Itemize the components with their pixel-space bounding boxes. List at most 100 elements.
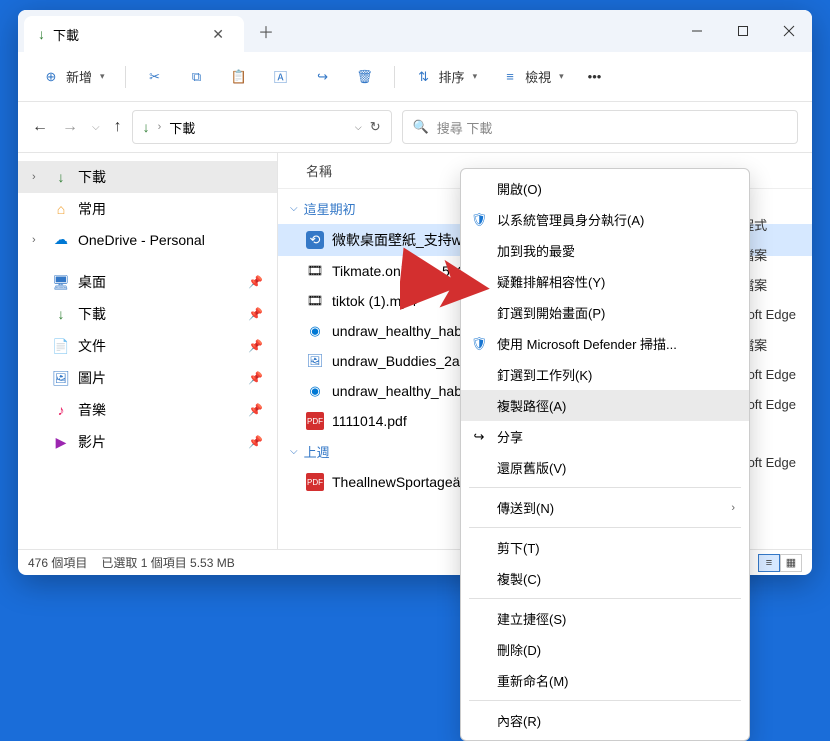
icons-view-button[interactable]: ▦ (780, 554, 802, 572)
ctx-compat[interactable]: 疑難排解相容性(Y) (461, 266, 749, 297)
sidebar-item-music[interactable]: ♪ 音樂 📌 (18, 394, 277, 426)
context-menu: 開啟(O) 🛡 以系統管理員身分執行(A) 加到我的最愛 疑難排解相容性(Y) … (460, 168, 750, 741)
sidebar-item-documents[interactable]: 📄 文件 📌 (18, 330, 277, 362)
ctx-open[interactable]: 開啟(O) (461, 173, 749, 204)
chevron-right-icon: › (731, 502, 735, 514)
sidebar-item-pictures[interactable]: 🖼 圖片 📌 (18, 362, 277, 394)
document-icon: 📄 (52, 338, 70, 355)
group-label: 這星期初 (304, 199, 356, 218)
back-button[interactable]: ← (32, 118, 48, 136)
new-button[interactable]: ⊕ 新增 ▾ (32, 61, 115, 92)
minimize-button[interactable] (674, 10, 720, 52)
ctx-props[interactable]: 內容(R) (461, 705, 749, 736)
rename-button[interactable]: 🄰 (262, 62, 300, 92)
paste-button[interactable]: 📋 (220, 62, 258, 92)
ctx-cut[interactable]: 剪下(T) (461, 532, 749, 563)
ctx-shortcut[interactable]: 建立捷徑(S) (461, 603, 749, 634)
sidebar-label: 圖片 (78, 368, 106, 388)
share-button[interactable]: ↪ (304, 62, 342, 92)
file-type: 檔案 (741, 269, 806, 299)
shield-icon: 🛡 (471, 336, 487, 352)
details-view-button[interactable]: ≡ (758, 554, 780, 572)
download-icon: ↓ (143, 119, 150, 135)
download-icon: ↓ (52, 169, 70, 185)
selection-info: 已選取 1 個項目 5.53 MB (101, 554, 234, 571)
window-controls (674, 10, 812, 52)
video-file-icon: 🎞 (306, 292, 324, 310)
path-label: 下載 (169, 118, 195, 137)
address-bar[interactable]: ↓ › 下載 ⌵ ↻ (132, 110, 392, 144)
clipboard-icon: 📋 (230, 68, 248, 86)
cut-button[interactable]: ✂ (136, 62, 174, 92)
tab-downloads[interactable]: ↓ 下載 ✕ (24, 16, 244, 52)
pdf-icon: PDF (306, 412, 324, 430)
sidebar-item-downloads2[interactable]: ↓ 下載 📌 (18, 298, 277, 330)
delete-button[interactable]: 🗑 (346, 62, 384, 92)
ctx-copy[interactable]: 複製(C) (461, 563, 749, 594)
chevron-down-icon: ▾ (100, 71, 105, 82)
sort-button[interactable]: ⇅ 排序 ▾ (405, 61, 488, 92)
sidebar: › ↓ 下載 ⌂ 常用 › ☁ OneDrive - Personal 🖥 桌面… (18, 153, 278, 549)
chevron-right-icon[interactable]: › (32, 171, 44, 183)
toolbar: ⊕ 新增 ▾ ✂ ⧉ 📋 🄰 ↪ 🗑 ⇅ 排序 ▾ ≡ 檢視 ▾ ••• (18, 52, 812, 102)
file-type: soft Edge (741, 389, 806, 419)
copy-button[interactable]: ⧉ (178, 62, 216, 92)
sidebar-item-desktop[interactable]: 🖥 桌面 📌 (18, 266, 277, 298)
ctx-share[interactable]: ↪ 分享 (461, 421, 749, 452)
ctx-copypath[interactable]: 複製路徑(A) (461, 390, 749, 421)
file-name: TheallnewSportageä_a (332, 474, 476, 490)
rename-icon: 🄰 (272, 68, 290, 86)
search-input[interactable]: 🔍 搜尋 下載 (402, 110, 798, 144)
more-button[interactable]: ••• (578, 63, 612, 90)
ctx-addfav[interactable]: 加到我的最愛 (461, 235, 749, 266)
chevron-down-icon: ⌵ (290, 446, 298, 457)
plus-circle-icon: ⊕ (42, 68, 60, 86)
titlebar: ↓ 下載 ✕ ＋ (18, 10, 812, 52)
type-column: 程式 檔案 檔案 soft Edge 檔案 soft Edge soft Edg… (741, 209, 806, 477)
ctx-delete[interactable]: 刪除(D) (461, 634, 749, 665)
home-icon: ⌂ (52, 201, 70, 217)
video-file-icon: 🎞 (306, 262, 324, 280)
maximize-button[interactable] (720, 10, 766, 52)
ctx-pintask[interactable]: 釘選到工作列(K) (461, 359, 749, 390)
share-icon: ↪ (314, 68, 332, 86)
ctx-rename[interactable]: 重新命名(M) (461, 665, 749, 696)
chevron-down-icon: ▾ (559, 71, 564, 82)
ctx-defender[interactable]: 🛡 使用 Microsoft Defender 掃描... (461, 328, 749, 359)
new-tab-button[interactable]: ＋ (244, 10, 288, 52)
ctx-restore[interactable]: 還原舊版(V) (461, 452, 749, 483)
ctx-pinstart[interactable]: 釘選到開始畫面(P) (461, 297, 749, 328)
ctx-sendto[interactable]: 傳送到(N) › (461, 492, 749, 523)
chevron-down-icon: ⌵ (290, 203, 298, 214)
download-icon: ↓ (38, 26, 45, 42)
chevron-right-icon[interactable]: › (32, 234, 44, 246)
edge-icon: ◉ (306, 322, 324, 340)
view-button[interactable]: ≡ 檢視 ▾ (491, 61, 574, 92)
sidebar-item-onedrive[interactable]: › ☁ OneDrive - Personal (18, 225, 277, 254)
edge-icon: ◉ (306, 382, 324, 400)
chevron-down-icon[interactable]: ⌵ (355, 122, 362, 133)
sort-icon: ⇅ (415, 68, 433, 86)
sidebar-item-videos[interactable]: ▶ 影片 📌 (18, 426, 277, 458)
close-button[interactable] (766, 10, 812, 52)
ellipsis-icon: ••• (588, 69, 602, 84)
scissors-icon: ✂ (146, 68, 164, 86)
ctx-runas[interactable]: 🛡 以系統管理員身分執行(A) (461, 204, 749, 235)
sidebar-item-favorites[interactable]: ⌂ 常用 (18, 193, 277, 225)
recent-button[interactable]: ⌵ (92, 122, 100, 133)
tab-close-button[interactable]: ✕ (206, 24, 230, 45)
sidebar-item-downloads[interactable]: › ↓ 下載 (18, 161, 277, 193)
forward-button[interactable]: → (62, 118, 78, 136)
file-name: Tikmate.online_...512 (332, 263, 465, 279)
file-name: undraw_healthy_habit_ (332, 323, 477, 339)
pin-icon: 📌 (248, 307, 263, 321)
view-icon: ≡ (501, 68, 519, 86)
sidebar-label: 常用 (78, 199, 106, 219)
search-icon: 🔍 (413, 119, 429, 135)
refresh-button[interactable]: ↻ (370, 119, 381, 135)
pin-icon: 📌 (248, 371, 263, 385)
up-button[interactable]: ↑ (114, 118, 122, 136)
file-name: 1111014.pdf (332, 413, 407, 429)
file-type: 程式 (741, 209, 806, 239)
picture-icon: 🖼 (52, 370, 70, 387)
